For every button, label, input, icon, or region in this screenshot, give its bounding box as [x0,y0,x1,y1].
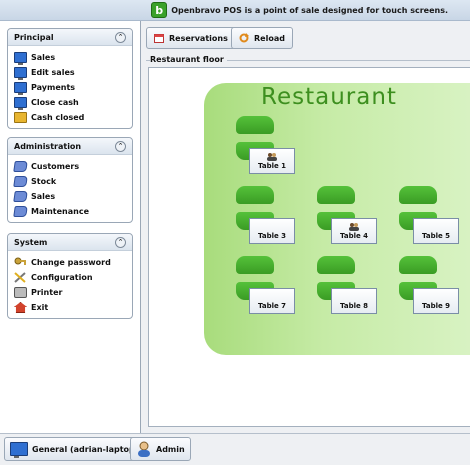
book-icon [13,191,28,202]
room-name: Restaurant [261,84,397,110]
reload-label: Reload [254,33,285,43]
sidebar-item-label: Sales [31,53,56,62]
collapse-icon[interactable]: ⌃ [115,31,126,43]
monitor-icon [14,52,27,65]
table-label: Table 4 [339,232,369,240]
key-icon [14,257,27,268]
table-1[interactable]: Table 1 [249,148,295,174]
sidebar-item-label: Cash closed [31,113,85,122]
sidebar-item-label: Configuration [31,273,93,282]
table-label: Table 1 [257,162,287,170]
table-label: Table 7 [257,302,287,310]
customer-icon [348,222,360,231]
table-label: Table 9 [421,302,451,310]
monitor-icon [14,97,27,110]
panel-administration-title: Administration [14,141,82,151]
printer-icon [14,287,27,298]
host-label: General (adrian-laptop) [32,444,139,454]
reload-button[interactable]: Reload [231,27,293,49]
chair-icon [317,256,355,274]
sidebar-item-label: Printer [31,288,63,297]
reload-icon [239,33,249,43]
sidebar: Principal ⌃ Sales Edit sales Payments Cl… [0,21,141,433]
sidebar-item-label: Sales [31,192,56,201]
table-label: Table 3 [257,232,287,240]
user-icon [136,441,152,457]
monitor-icon [14,67,27,80]
table-label: Table 5 [421,232,451,240]
table-5[interactable]: Table 5 [413,218,459,244]
table-4[interactable]: Table 4 [331,218,377,244]
sidebar-item-label: Edit sales [31,68,75,77]
calendar-icon [154,33,164,43]
floor-canvas: Restaurant Table 1 Table 3 Table 4 Table [148,67,470,427]
table-7[interactable]: Table 7 [249,288,295,314]
sidebar-item-configuration[interactable]: Configuration [14,270,126,285]
sidebar-item-sales[interactable]: Sales [14,50,126,65]
user-label: Admin [156,444,185,454]
chair-icon [236,116,274,134]
sidebar-item-admin-sales[interactable]: Sales [13,189,126,204]
panel-principal-title: Principal [14,32,54,42]
tools-icon [14,272,27,283]
sidebar-item-customers[interactable]: Customers [13,159,126,174]
customer-icon [266,152,278,161]
top-bar-message: Openbravo POS is a point of sale designe… [171,5,448,15]
monitor-icon [10,442,28,458]
sidebar-item-label: Customers [31,162,80,171]
table-8[interactable]: Table 8 [331,288,377,314]
host-button[interactable]: General (adrian-laptop) [4,437,145,461]
reservations-label: Reservations [169,33,228,43]
table-label: Table 8 [339,302,369,310]
user-button[interactable]: Admin [130,437,191,461]
status-bar: General (adrian-laptop) Admin [0,433,470,465]
sidebar-item-label: Exit [31,303,49,312]
reservations-button[interactable]: Reservations [146,27,236,49]
panel-principal-header[interactable]: Principal ⌃ [8,29,132,46]
sidebar-item-printer[interactable]: Printer [14,285,126,300]
panel-administration-header[interactable]: Administration ⌃ [8,138,132,155]
panel-system-header[interactable]: System ⌃ [8,234,132,251]
book-icon [13,206,28,217]
panel-administration: Administration ⌃ Customers Stock Sales M… [7,137,133,223]
panel-system: System ⌃ Change password Configuration P… [7,233,133,319]
sidebar-item-edit-sales[interactable]: Edit sales [14,65,126,80]
chair-icon [236,256,274,274]
book-icon [13,161,28,172]
sidebar-item-change-password[interactable]: Change password [14,255,126,270]
panel-system-title: System [14,237,48,247]
chair-icon [236,186,274,204]
sidebar-item-label: Close cash [31,98,79,107]
collapse-icon[interactable]: ⌃ [115,140,126,152]
floor-title: Restaurant floor [150,55,227,64]
folder-icon [14,112,27,123]
chair-icon [399,186,437,204]
sidebar-item-cash-closed[interactable]: Cash closed [14,110,126,125]
main-area: Reservations Reload Restaurant floor Res… [142,21,470,433]
panel-principal: Principal ⌃ Sales Edit sales Payments Cl… [7,28,133,129]
collapse-icon[interactable]: ⌃ [115,236,126,248]
openbravo-logo-icon: b [151,2,168,18]
chair-icon [399,256,437,274]
sidebar-item-label: Change password [31,258,111,267]
sidebar-item-label: Payments [31,83,76,92]
chair-icon [317,186,355,204]
table-9[interactable]: Table 9 [413,288,459,314]
sidebar-item-close-cash[interactable]: Close cash [14,95,126,110]
sidebar-item-stock[interactable]: Stock [13,174,126,189]
book-icon [13,176,28,187]
home-icon [14,302,27,313]
sidebar-item-maintenance[interactable]: Maintenance [13,204,126,219]
sidebar-item-payments[interactable]: Payments [14,80,126,95]
sidebar-item-exit[interactable]: Exit [14,300,126,315]
sidebar-item-label: Stock [31,177,57,186]
top-bar: b Openbravo POS is a point of sale desig… [0,0,470,21]
monitor-icon [14,82,27,95]
table-3[interactable]: Table 3 [249,218,295,244]
sidebar-item-label: Maintenance [31,207,90,216]
